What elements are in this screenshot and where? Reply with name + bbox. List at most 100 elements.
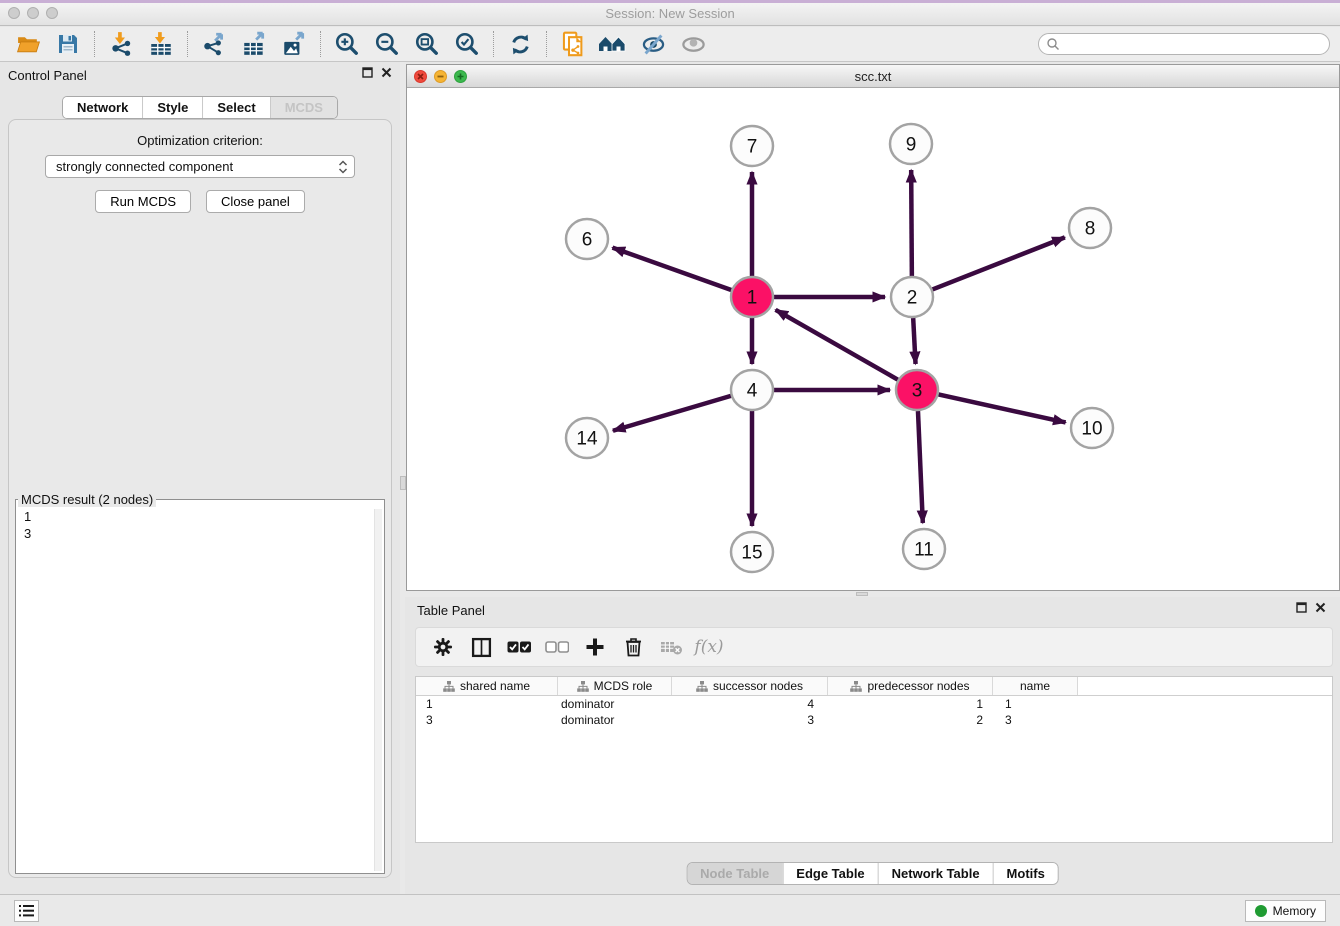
table-cell[interactable]: 1 — [828, 697, 993, 711]
graph-node-6[interactable]: 6 — [566, 219, 608, 259]
scrollbar[interactable] — [374, 509, 382, 871]
save-session-button[interactable] — [48, 29, 88, 59]
svg-text:14: 14 — [576, 429, 598, 450]
graph-node-8[interactable]: 8 — [1069, 208, 1111, 248]
hide-graphics-button[interactable] — [633, 29, 673, 59]
graph-edge-2-9[interactable] — [911, 170, 912, 276]
menu-button[interactable] — [14, 900, 39, 922]
toolbar-separator — [546, 31, 547, 57]
graph-node-11[interactable]: 11 — [903, 529, 945, 569]
column-header-MCDS-role[interactable]: MCDS role — [558, 677, 672, 695]
graph-edge-3-1[interactable] — [776, 310, 898, 380]
close-panel-icon[interactable] — [1315, 602, 1326, 613]
refresh-button[interactable] — [500, 29, 540, 59]
zoom-out-button[interactable] — [367, 29, 407, 59]
table-cell[interactable]: 3 — [993, 713, 1078, 727]
zoom-in-icon — [334, 31, 360, 57]
table-cell[interactable]: 4 — [672, 697, 828, 711]
export-table-button[interactable] — [234, 29, 274, 59]
search-input[interactable] — [1060, 35, 1329, 53]
graph-node-1[interactable]: 1 — [731, 277, 773, 317]
criterion-dropdown[interactable]: strongly connected component — [45, 155, 355, 178]
graph-node-10[interactable]: 10 — [1071, 408, 1113, 448]
graph-node-7[interactable]: 7 — [731, 126, 773, 166]
graph-edge-2-8[interactable] — [933, 237, 1065, 289]
table-cell[interactable]: dominator — [558, 697, 672, 711]
table-cell[interactable]: dominator — [558, 713, 672, 727]
graph-edge-2-3[interactable] — [913, 318, 915, 364]
tab-edge-table[interactable]: Edge Table — [782, 863, 877, 884]
column-header-predecessor-nodes[interactable]: predecessor nodes — [828, 677, 993, 695]
tab-motifs[interactable]: Motifs — [993, 863, 1058, 884]
zoom-in-button[interactable] — [327, 29, 367, 59]
graph-edge-1-6[interactable] — [612, 248, 731, 290]
column-header-shared-name[interactable]: shared name — [416, 677, 558, 695]
import-table-button[interactable] — [141, 29, 181, 59]
svg-text:1: 1 — [747, 288, 758, 309]
open-session-icon — [16, 32, 41, 57]
network-window-titlebar[interactable]: scc.txt — [407, 65, 1339, 88]
eye-disabled-button[interactable] — [673, 29, 713, 59]
graph-node-9[interactable]: 9 — [890, 124, 932, 164]
tab-network[interactable]: Network — [63, 97, 142, 118]
table-row[interactable]: 3dominator323 — [416, 712, 1332, 728]
share-document-icon — [560, 31, 587, 58]
open-session-button[interactable] — [8, 29, 48, 59]
tab-network-table[interactable]: Network Table — [878, 863, 993, 884]
memory-status-icon — [1255, 905, 1267, 917]
zoom-fit-button[interactable] — [407, 29, 447, 59]
splitter-grip[interactable] — [856, 592, 868, 596]
table-cell[interactable]: 3 — [672, 713, 828, 727]
table-cell[interactable]: 1 — [993, 697, 1078, 711]
delete-row-button[interactable] — [616, 632, 650, 662]
toolbar-separator — [187, 31, 188, 57]
export-image-button[interactable] — [274, 29, 314, 59]
graph-node-14[interactable]: 14 — [566, 418, 608, 458]
tab-select[interactable]: Select — [202, 97, 269, 118]
run-mcds-button[interactable]: Run MCDS — [95, 190, 191, 213]
table-cell[interactable]: 3 — [416, 713, 558, 727]
table-settings-button[interactable] — [426, 632, 460, 662]
graph-node-15[interactable]: 15 — [731, 532, 773, 572]
split-view-button[interactable] — [464, 632, 498, 662]
float-window-icon[interactable] — [1296, 602, 1307, 613]
memory-button[interactable]: Memory — [1245, 900, 1326, 922]
graph-edge-3-11[interactable] — [918, 411, 923, 523]
table-row[interactable]: 1dominator411 — [416, 696, 1332, 712]
graph-node-4[interactable]: 4 — [731, 370, 773, 410]
select-all-button[interactable] — [502, 632, 536, 662]
graph-edge-4-14[interactable] — [613, 396, 731, 431]
table-header-row: shared nameMCDS rolesuccessor nodesprede… — [416, 677, 1332, 696]
zoom-selected-button[interactable] — [447, 29, 487, 59]
table-cell[interactable]: 1 — [416, 697, 558, 711]
export-table-icon — [241, 31, 267, 57]
import-network-button[interactable] — [101, 29, 141, 59]
deselect-all-button[interactable] — [540, 632, 574, 662]
home-button[interactable] — [593, 29, 633, 59]
mcds-result-line: 3 — [24, 525, 384, 542]
zoom-selected-icon — [454, 31, 480, 57]
add-row-button[interactable] — [578, 632, 612, 662]
network-graph[interactable]: 7 9 6 8 1 2 4 3 14 10 15 11 — [407, 88, 1339, 590]
export-network-button[interactable] — [194, 29, 234, 59]
network-canvas[interactable]: 7 9 6 8 1 2 4 3 14 10 15 11 — [407, 88, 1339, 590]
hierarchy-icon — [443, 681, 455, 692]
graph-node-2[interactable]: 2 — [891, 277, 933, 317]
function-builder-button[interactable]: f(x) — [692, 632, 726, 662]
column-header-name[interactable]: name — [993, 677, 1078, 695]
search-field[interactable] — [1038, 33, 1330, 55]
share-document-button[interactable] — [553, 29, 593, 59]
delete-table-button[interactable] — [654, 632, 688, 662]
column-header-successor-nodes[interactable]: successor nodes — [672, 677, 828, 695]
graph-node-3[interactable]: 3 — [896, 370, 938, 410]
graph-edge-3-10[interactable] — [938, 394, 1065, 422]
export-network-icon — [201, 31, 227, 57]
table-cell[interactable]: 2 — [828, 713, 993, 727]
float-window-icon[interactable] — [362, 67, 373, 78]
tab-style[interactable]: Style — [142, 97, 202, 118]
close-panel-button[interactable]: Close panel — [206, 190, 305, 213]
tab-mcds[interactable]: MCDS — [270, 97, 337, 118]
close-panel-icon[interactable] — [381, 67, 392, 78]
mcds-result-list[interactable]: 13 — [16, 507, 384, 542]
tab-node-table[interactable]: Node Table — [687, 863, 782, 884]
